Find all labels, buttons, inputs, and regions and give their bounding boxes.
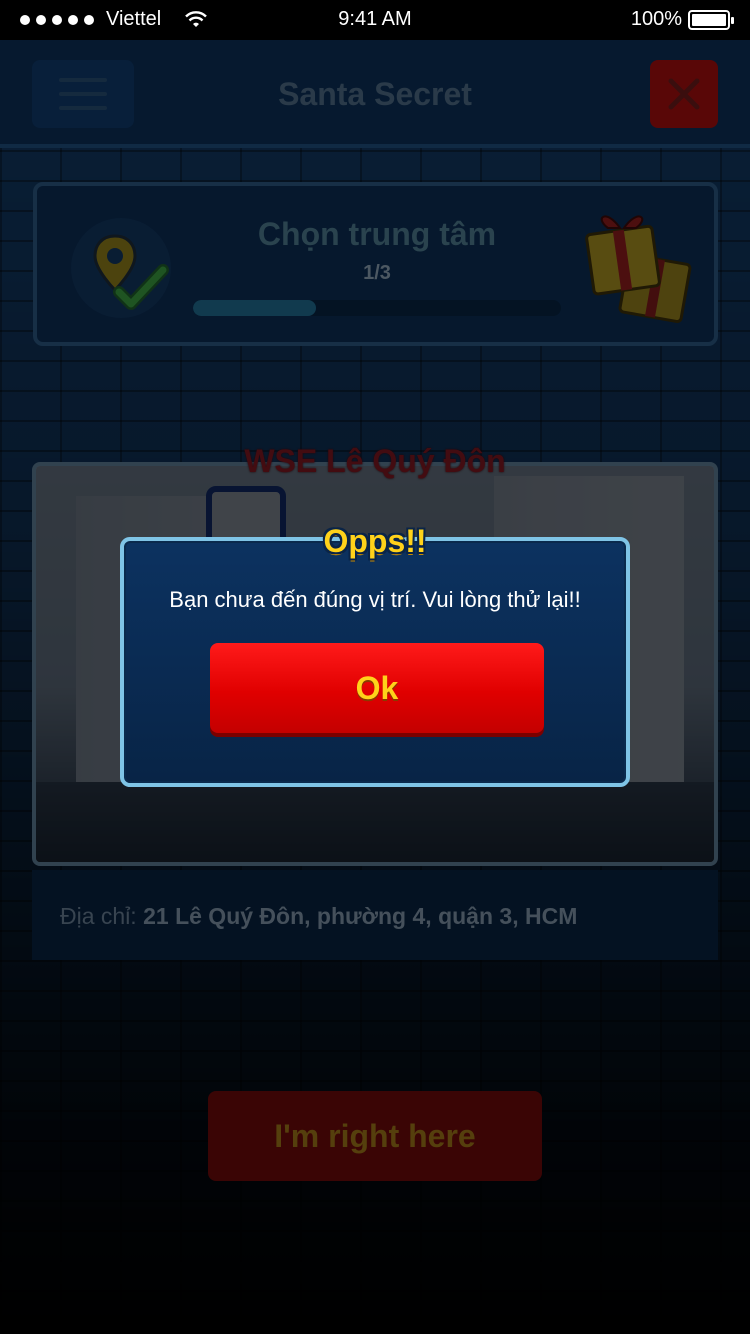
dialog-message: Bạn chưa đến đúng vị trí. Vui lòng thử l… [169,587,581,612]
status-right: 100% [630,8,734,31]
ok-button[interactable]: Ok [210,643,544,733]
status-bar: Viettel 9:41 AM 100% [0,0,750,40]
error-dialog: Opps!! Bạn chưa đến đúng vị trí. Vui lòn… [120,523,630,787]
battery-percent: 100% [630,8,682,30]
battery-icon [688,9,734,30]
dialog-title: Opps!! [323,523,427,559]
battery-fill [692,13,726,26]
